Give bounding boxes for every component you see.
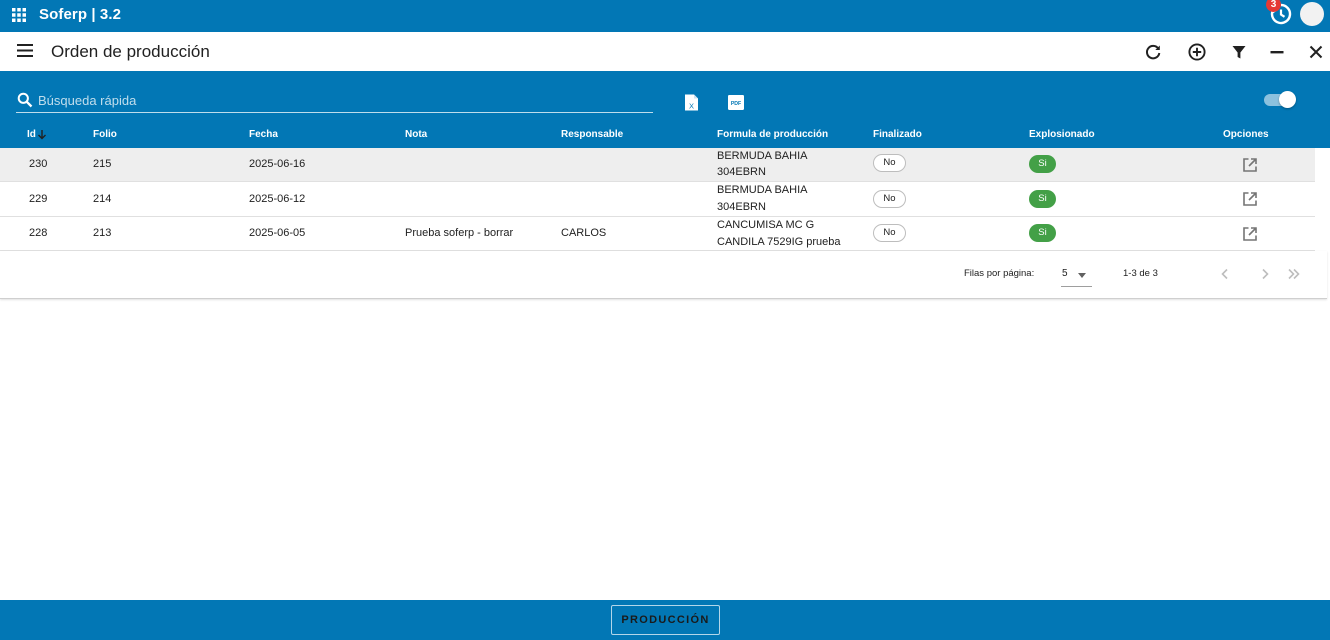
chevron-right-icon[interactable] [1257,266,1273,282]
apps-grid-icon[interactable] [12,8,26,22]
arrow-down-icon [37,130,46,140]
search-field[interactable] [16,90,653,113]
open-in-new-icon[interactable] [1242,157,1258,173]
produccion-button[interactable]: PRODUCCIÓN [611,605,720,635]
cell-formula-line2: 304EBRN [717,201,766,213]
explosionado-chip[interactable]: Si [1029,190,1056,208]
pagination-range: 1-3 de 3 [1123,268,1158,279]
search-icon [17,92,33,108]
cell-folio: 213 [93,227,112,239]
column-header-responsable[interactable]: Responsable [561,129,623,140]
cell-folio: 214 [93,193,112,205]
page-header: Orden de producción [0,32,1330,71]
refresh-icon[interactable] [1142,41,1164,63]
app-title: Soferp | 3.2 [39,6,122,23]
table-row[interactable]: 230 215 2025-06-16 BERMUDA BAHIA 304EBRN… [0,148,1315,182]
add-circle-icon[interactable] [1186,41,1208,63]
rows-per-page-select[interactable]: 5 [1061,263,1092,287]
caret-down-icon [1078,273,1086,278]
rows-per-page-label: Filas por página: [964,268,1035,279]
finalizado-chip[interactable]: No [873,190,906,208]
open-in-new-icon[interactable] [1242,191,1258,207]
app-bar: Soferp | 3.2 3 [0,0,1330,32]
column-header-explosionado[interactable]: Explosionado [1029,129,1095,140]
column-header-fecha[interactable]: Fecha [249,129,278,140]
cell-id: 228 [29,227,48,239]
column-header-opciones: Opciones [1223,129,1269,140]
column-header-id[interactable]: Id [27,129,47,140]
minimize-icon[interactable] [1266,41,1288,63]
column-header-nota[interactable]: Nota [405,129,427,140]
excel-file-icon[interactable]: X [684,94,699,111]
column-header-formula[interactable]: Formula de producción [717,129,828,140]
table-pagination: Filas por página: 5 1-3 de 3 [0,251,1327,299]
finalizado-chip[interactable]: No [873,224,906,242]
svg-text:X: X [689,101,694,110]
close-icon[interactable] [1305,41,1327,63]
cell-formula-line1: CANCUMISA MC G [717,219,815,231]
chevron-left-icon[interactable] [1217,266,1233,282]
cell-id: 230 [29,158,48,170]
cell-fecha: 2025-06-12 [249,193,306,205]
open-in-new-icon[interactable] [1242,226,1258,242]
cell-formula-line1: BERMUDA BAHIA [717,184,808,196]
table-toolbar: X PDF Id Folio Fecha Nota Responsable Fo… [0,71,1330,148]
filter-icon[interactable] [1228,41,1250,63]
table-row[interactable]: 228 213 2025-06-05 Prueba soferp - borra… [0,217,1315,251]
cell-responsable: CARLOS [561,227,607,239]
rows-per-page-value: 5 [1062,268,1068,279]
toggle-knob [1279,91,1296,108]
svg-text:PDF: PDF [731,101,741,107]
last-page-icon[interactable] [1286,266,1302,282]
cell-id: 229 [29,193,48,205]
cell-folio: 215 [93,158,112,170]
view-toggle[interactable] [1264,91,1296,108]
column-header-label: Id [27,129,36,141]
finalizado-chip[interactable]: No [873,154,906,172]
cell-fecha: 2025-06-16 [249,158,306,170]
pdf-file-icon[interactable]: PDF [728,95,744,110]
cell-formula-line2: CANDILA 7529IG prueba [717,236,841,248]
cell-fecha: 2025-06-05 [249,227,306,239]
table-row[interactable]: 229 214 2025-06-12 BERMUDA BAHIA 304EBRN… [0,182,1315,217]
menu-icon[interactable] [17,44,33,57]
user-avatar[interactable] [1300,2,1324,26]
explosionado-chip[interactable]: Si [1029,224,1056,242]
column-header-finalizado[interactable]: Finalizado [873,129,922,140]
explosionado-chip[interactable]: Si [1029,155,1056,173]
cell-nota: Prueba soferp - borrar [405,227,514,239]
page-title: Orden de producción [51,42,210,61]
cell-formula-line2: 304EBRN [717,166,766,178]
bottom-bar: PRODUCCIÓN [0,600,1330,640]
column-header-folio[interactable]: Folio [93,129,117,140]
cell-formula-line1: BERMUDA BAHIA [717,150,808,162]
search-input[interactable] [38,90,638,110]
